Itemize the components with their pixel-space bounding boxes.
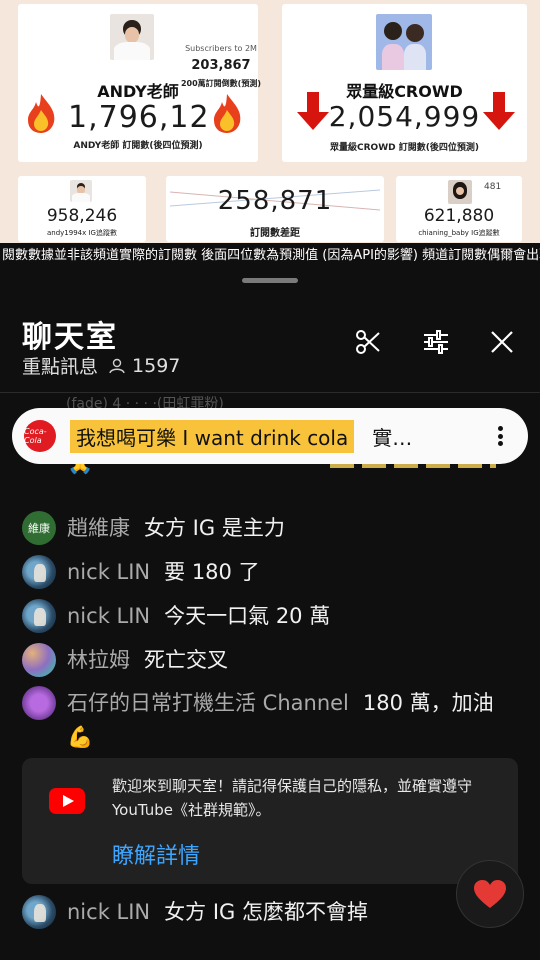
chianing-ig-card: 481 621,880 chianing_baby IG追蹤數 (396, 176, 522, 242)
andy-photo (110, 14, 154, 60)
andy-ig-count: 958,246 (46, 206, 118, 226)
message-author[interactable]: nick LIN (67, 604, 150, 628)
pinned-message[interactable]: Coca-Cola 我想喝可樂 I want drink cola 實… (12, 408, 528, 464)
list-item: nick LIN 女方 IG 怎麼都不會掉 (22, 895, 522, 929)
gap-label: 訂閱數差距 (250, 228, 300, 239)
chat-mode-label: 重點訊息 (22, 356, 99, 378)
message-text: 女方 IG 是主力 (144, 516, 285, 540)
subscribers-to-2m-badge: Subscribers to 2M 203,867 200萬訂閱倒數(預測) (176, 40, 266, 96)
subscribers-goal-value: 203,867 (191, 58, 251, 73)
message-author[interactable]: nick LIN (67, 900, 150, 924)
avatar: 維康 (22, 511, 56, 545)
person-icon (109, 358, 125, 373)
pinned-trail: 實… (372, 425, 413, 450)
chat-title: 聊天室 (22, 320, 118, 355)
coca-cola-logo: Coca-Cola (24, 420, 56, 452)
fire-icon (214, 94, 241, 133)
message-author[interactable]: nick LIN (67, 560, 150, 584)
viewer-count: 1597 (108, 355, 180, 377)
crowd-card: 眾量級CROWD 2,054,999 眾量級CROWD 訂閱數(後四位預測) (282, 4, 527, 162)
arrow-down-icon (297, 92, 329, 130)
chianing-ig-photo (448, 180, 472, 204)
welcome-text: 歡迎來到聊天室！請記得保護自己的隱私，並確實遵守 YouTube《社群規範》。 (112, 777, 473, 819)
reaction-button[interactable] (456, 860, 524, 928)
message-text: 要 180 了 (164, 560, 260, 584)
chianing-ig-count: 621,880 (423, 206, 495, 226)
list-item: 石仔的日常打機生活 Channel 180 萬，加油💪 (22, 686, 522, 754)
close-icon (491, 331, 513, 353)
info-ticker: 閱數數據並非該頻道實際的訂閱數 後面四位數為預測值 (因為API的影響) 頻道訂… (0, 243, 540, 268)
avatar (22, 643, 56, 677)
andy-ig-photo (70, 180, 92, 202)
andy-ig-card: 958,246 andy1994x IG追蹤數 (18, 176, 146, 242)
live-chat-panel: 聊天室 重點訊息 1597 (fade) 4 · · · ·(田虹罪粉) Coc… (0, 268, 540, 960)
message-text: 死亡交叉 (144, 648, 228, 672)
youtube-icon (49, 788, 85, 814)
clip-button[interactable] (352, 326, 384, 358)
drag-handle[interactable] (242, 278, 298, 283)
pinned-text: 我想喝可樂 I want drink cola (70, 419, 355, 453)
message-author[interactable]: 趙維康 (67, 516, 130, 540)
avatar (22, 599, 56, 633)
list-item: nick LIN 要 180 了 (22, 555, 522, 589)
video-player[interactable]: ANDY老師 1,796,12 ANDY老師 訂閱數(後四位預測) Subscr… (0, 0, 540, 268)
andy-ig-label: andy1994x IG追蹤數 (47, 229, 117, 237)
crowd-count-label: 眾量級CROWD 訂閱數(後四位預測) (330, 143, 479, 153)
chianing-badge: 481 (484, 182, 502, 192)
list-item: nick LIN 今天一口氣 20 萬 (22, 599, 522, 633)
chat-welcome-card: 歡迎來到聊天室！請記得保護自己的隱私，並確實遵守 YouTube《社群規範》。 … (22, 758, 518, 884)
chianing-ig-label: chianing_baby IG追蹤數 (418, 229, 500, 237)
arrow-down-icon (483, 92, 515, 130)
message-author[interactable]: 林拉姆 (67, 648, 130, 672)
avatar (22, 686, 56, 720)
chat-mode-selector[interactable]: 重點訊息 1597 (22, 352, 180, 379)
chat-settings-button[interactable] (420, 326, 452, 358)
avatar (22, 555, 56, 589)
crowd-photo (376, 14, 432, 70)
andy-count: 1,796,12 (68, 100, 210, 135)
gap-card: 258,871 訂閱數差距 (166, 176, 384, 242)
list-item: 維康 趙維康 女方 IG 是主力 (22, 511, 522, 545)
viewer-count-value: 1597 (132, 354, 181, 377)
heart-icon (474, 880, 506, 908)
sliders-icon (424, 330, 448, 354)
list-item: 林拉姆 死亡交叉 (22, 643, 522, 677)
andy-count-label: ANDY老師 訂閱數(後四位預測) (73, 141, 203, 151)
gap-count: 258,871 (217, 186, 333, 216)
message-text: 女方 IG 怎麼都不會掉 (164, 900, 368, 924)
scissors-icon (356, 330, 380, 354)
subscribers-goal-label: Subscribers to 2M (185, 44, 257, 53)
subscribers-goal-note: 200萬訂閱倒數(預測) (180, 79, 261, 88)
avatar (22, 895, 56, 929)
message-author[interactable]: 石仔的日常打機生活 Channel (67, 691, 349, 715)
more-options-button[interactable] (488, 424, 512, 448)
close-button[interactable] (486, 326, 518, 358)
message-text: 今天一口氣 20 萬 (164, 604, 331, 628)
fire-icon (28, 94, 55, 133)
learn-more-link[interactable]: 瞭解詳情 (112, 838, 200, 870)
more-vert-icon (497, 426, 503, 431)
